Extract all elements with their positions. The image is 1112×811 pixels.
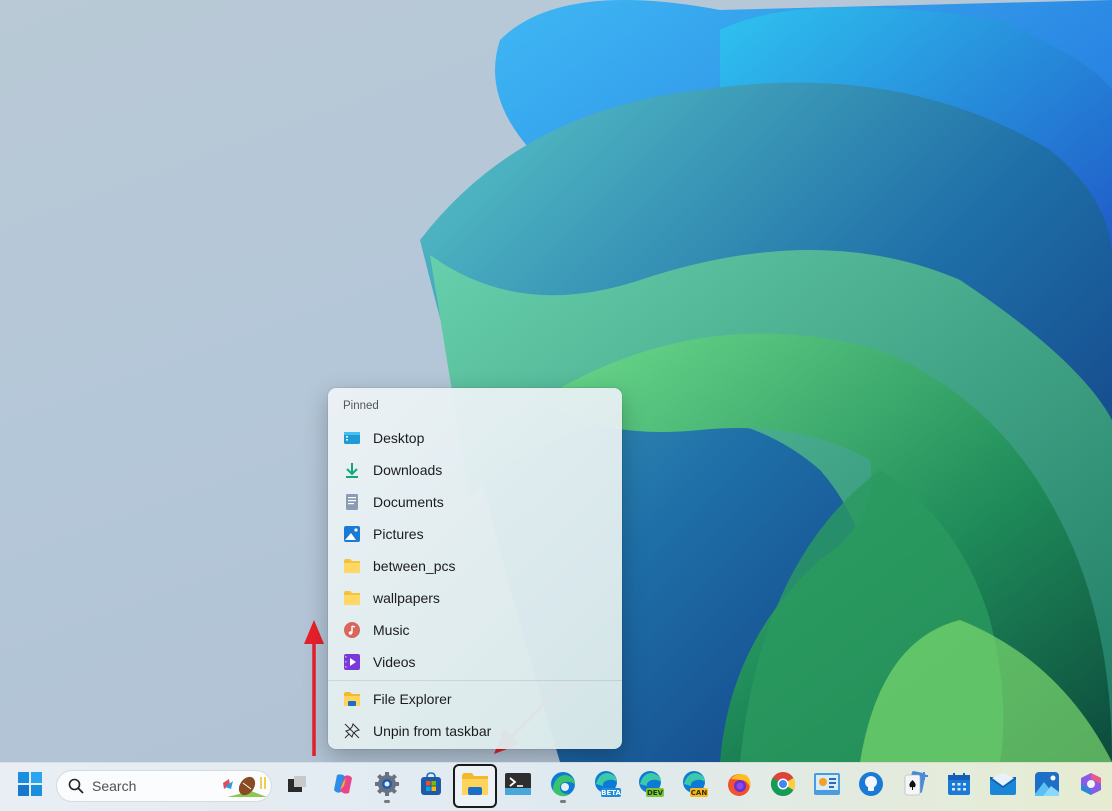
edge-beta-icon: BETA bbox=[593, 770, 621, 803]
settings-gear-icon bbox=[374, 771, 400, 802]
taskbar-app-edge[interactable] bbox=[543, 766, 583, 806]
taskbar-app-tips[interactable] bbox=[851, 766, 891, 806]
unpin-from-taskbar-button[interactable]: Unpin from taskbar bbox=[332, 716, 618, 746]
edge-beta-badge: BETA bbox=[601, 789, 621, 797]
edge-icon bbox=[550, 771, 576, 802]
jumplist-item-label: File Explorer bbox=[373, 691, 452, 707]
taskbar-search-box[interactable]: Search bbox=[56, 770, 272, 802]
taskbar-app-firefox[interactable] bbox=[719, 766, 759, 806]
edge-dev-badge: DEV bbox=[647, 789, 664, 797]
jumplist-item-label: Desktop bbox=[373, 430, 425, 446]
terminal-icon bbox=[505, 772, 531, 800]
jumplist-item-desktop[interactable]: Desktop bbox=[332, 423, 618, 453]
taskbar-app-microsoft-365[interactable] bbox=[1071, 766, 1111, 806]
downloads-icon bbox=[343, 461, 361, 479]
menu-separator bbox=[328, 680, 622, 681]
file-explorer-icon bbox=[462, 772, 488, 800]
jumplist-item-wallpapers[interactable]: wallpapers bbox=[332, 583, 618, 613]
jumplist-item-label: Music bbox=[373, 622, 410, 638]
jumplist-item-label: Pictures bbox=[373, 526, 424, 542]
search-icon bbox=[68, 778, 84, 794]
taskbar-app-solitaire[interactable] bbox=[895, 766, 935, 806]
calendar-icon bbox=[947, 772, 971, 801]
jumplist-item-downloads[interactable]: Downloads bbox=[332, 455, 618, 485]
taskbar-app-edge-dev[interactable]: DEV bbox=[631, 766, 671, 806]
search-placeholder: Search bbox=[92, 778, 137, 794]
taskbar-app-control-panel[interactable] bbox=[807, 766, 847, 806]
mail-icon bbox=[990, 772, 1016, 800]
annotation-arrow-up bbox=[304, 620, 324, 756]
jumplist-item-pictures[interactable]: Pictures bbox=[332, 519, 618, 549]
folder-icon bbox=[343, 557, 361, 575]
start-button[interactable] bbox=[10, 766, 50, 806]
copilot-icon bbox=[331, 772, 355, 801]
taskbar-app-edge-beta[interactable]: BETA bbox=[587, 766, 627, 806]
firefox-icon bbox=[726, 771, 752, 802]
taskbar-app-chrome[interactable] bbox=[763, 766, 803, 806]
pinned-section-header: Pinned bbox=[343, 400, 379, 412]
taskbar-app-task-view[interactable] bbox=[277, 766, 317, 806]
taskbar-app-terminal[interactable] bbox=[498, 766, 538, 806]
windows-start-icon bbox=[18, 771, 42, 801]
videos-icon bbox=[343, 653, 361, 671]
edge-canary-badge: CAN bbox=[691, 789, 708, 797]
search-highlight-football-icon bbox=[221, 773, 267, 799]
tips-icon bbox=[858, 771, 884, 802]
control-panel-icon bbox=[814, 772, 840, 800]
jumplist-item-label: Videos bbox=[373, 654, 416, 670]
unpin-icon bbox=[343, 722, 361, 740]
solitaire-icon bbox=[902, 770, 928, 802]
documents-icon bbox=[343, 493, 361, 511]
edge-canary-icon: CAN bbox=[681, 770, 709, 803]
chrome-icon bbox=[770, 771, 796, 802]
taskbar-app-photos[interactable] bbox=[1027, 766, 1067, 806]
taskbar-app-edge-canary[interactable]: CAN bbox=[675, 766, 715, 806]
file-explorer-jump-list: Pinned Desktop Downloads Documents Pictu… bbox=[328, 388, 622, 749]
folder-icon bbox=[343, 589, 361, 607]
file-explorer-icon bbox=[343, 690, 361, 708]
running-indicator bbox=[384, 800, 390, 803]
open-file-explorer-button[interactable]: File Explorer bbox=[332, 684, 618, 714]
taskbar-app-settings[interactable] bbox=[367, 766, 407, 806]
taskbar-app-calendar[interactable] bbox=[939, 766, 979, 806]
taskbar-app-microsoft-store[interactable] bbox=[411, 766, 451, 806]
jumplist-item-label: between_pcs bbox=[373, 558, 456, 574]
taskbar-app-copilot[interactable] bbox=[323, 766, 363, 806]
photos-icon bbox=[1035, 771, 1059, 801]
pictures-icon bbox=[343, 525, 361, 543]
jumplist-item-label: Downloads bbox=[373, 462, 443, 478]
taskbar-app-file-explorer[interactable] bbox=[453, 764, 497, 808]
music-icon bbox=[343, 621, 361, 639]
jumplist-item-videos[interactable]: Videos bbox=[332, 647, 618, 677]
m365-icon bbox=[1079, 772, 1103, 801]
jumplist-item-label: Unpin from taskbar bbox=[373, 723, 492, 739]
jumplist-item-music[interactable]: Music bbox=[332, 615, 618, 645]
desktop-folder-icon bbox=[343, 429, 361, 447]
running-indicator bbox=[560, 800, 566, 803]
task-view-icon bbox=[286, 774, 308, 799]
edge-dev-icon: DEV bbox=[637, 770, 665, 803]
jumplist-item-label: Documents bbox=[373, 494, 444, 510]
jumplist-item-label: wallpapers bbox=[373, 590, 440, 606]
store-icon bbox=[419, 771, 443, 801]
jumplist-item-between-pcs[interactable]: between_pcs bbox=[332, 551, 618, 581]
jumplist-item-documents[interactable]: Documents bbox=[332, 487, 618, 517]
taskbar-app-mail[interactable] bbox=[983, 766, 1023, 806]
